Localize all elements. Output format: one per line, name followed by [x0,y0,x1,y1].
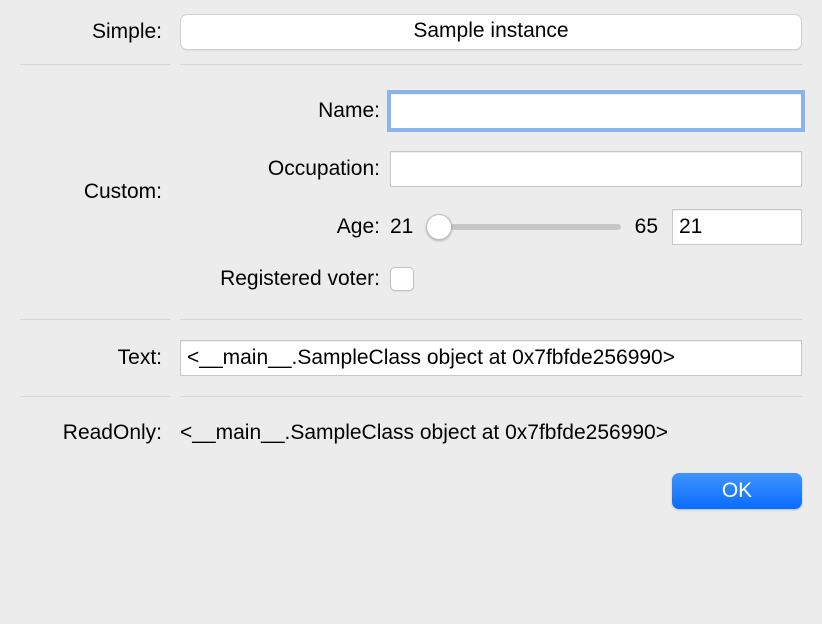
age-value-input[interactable] [672,209,802,245]
registered-voter-label: Registered voter: [180,267,390,291]
simple-label: Simple: [20,20,170,44]
ok-button[interactable]: OK [672,473,802,509]
age-slider[interactable] [427,224,620,230]
custom-label: Custom: [20,180,170,204]
occupation-input[interactable] [390,151,802,187]
text-input[interactable] [180,340,802,376]
readonly-label: ReadOnly: [20,421,170,445]
age-max-label: 65 [635,215,658,239]
divider [20,319,802,320]
name-label: Name: [180,99,390,123]
age-min-label: 21 [390,215,413,239]
text-label: Text: [20,346,170,370]
divider [20,396,802,397]
age-label: Age: [180,215,390,239]
age-slider-thumb[interactable] [426,214,452,240]
simple-instance-button[interactable]: Sample instance [180,14,802,50]
readonly-value: <__main__.SampleClass object at 0x7fbfde… [180,421,668,444]
name-input[interactable] [390,93,802,129]
occupation-label: Occupation: [180,157,390,181]
registered-voter-checkbox[interactable] [390,267,414,291]
divider [20,64,802,65]
